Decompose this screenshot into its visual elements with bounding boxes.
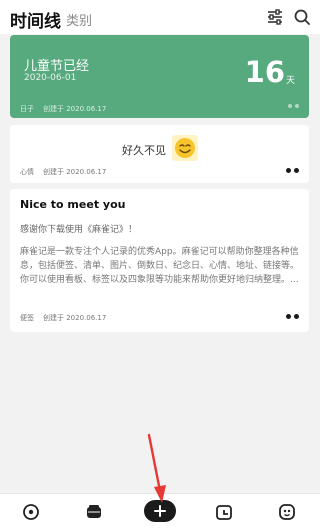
card-meta: 心情 创建于 2020.06.17 [20,167,106,177]
more-icon[interactable] [288,104,299,108]
card-meta: 日子 创建于 2020.06.17 [20,104,106,114]
card-type: 便签 [20,314,34,322]
tab-timeline[interactable]: 时间线 [10,7,61,32]
card-created: 创建于 2020.06.17 [43,314,107,322]
card-created: 创建于 2020.06.17 [43,168,107,176]
card-created: 创建于 2020.06.17 [43,105,107,113]
note-card[interactable]: Nice to meet you 感谢你下载使用《麻雀记》！ 麻雀记是一款专注个… [10,189,309,332]
card-meta: 便签 创建于 2020.06.17 [20,313,106,323]
mood-card[interactable]: 好久不见 心情 创建于 2020.06.17 [10,125,309,183]
note-welcome: 感谢你下载使用《麻雀记》！ [20,225,138,235]
more-icon[interactable] [286,168,299,173]
countdown-title: 儿童节已经 [24,59,90,74]
mood-text: 好久不见 [122,144,166,157]
countdown-unit: 天 [285,76,295,86]
smiling-face-icon [172,135,198,161]
filter-icon[interactable] [266,8,284,26]
note-body: 麻雀记是一款专注个人记录的优秀App。麻雀记可以帮助你整理各种信息，包括便签、清… [20,247,300,285]
add-icon [154,505,166,517]
top-bar: 时间线 类别 [0,0,320,34]
timeline-icon[interactable] [22,503,40,521]
countdown-card[interactable]: 儿童节已经 2020-06-01 16 天 日子 创建于 2020.06.17 [10,35,309,118]
profile-icon[interactable] [278,503,296,521]
annotation-arrow-icon [147,433,166,503]
more-icon[interactable] [286,314,299,319]
countdown-days: 16 [244,55,285,89]
tab-category[interactable]: 类别 [66,10,92,29]
card-type: 心情 [20,168,34,176]
card-type: 日子 [20,105,34,113]
board-icon[interactable] [85,503,103,521]
search-icon[interactable] [293,8,311,26]
countdown-date: 2020-06-01 [24,73,77,83]
calendar-icon[interactable] [215,503,233,521]
note-title: Nice to meet you [20,198,126,211]
